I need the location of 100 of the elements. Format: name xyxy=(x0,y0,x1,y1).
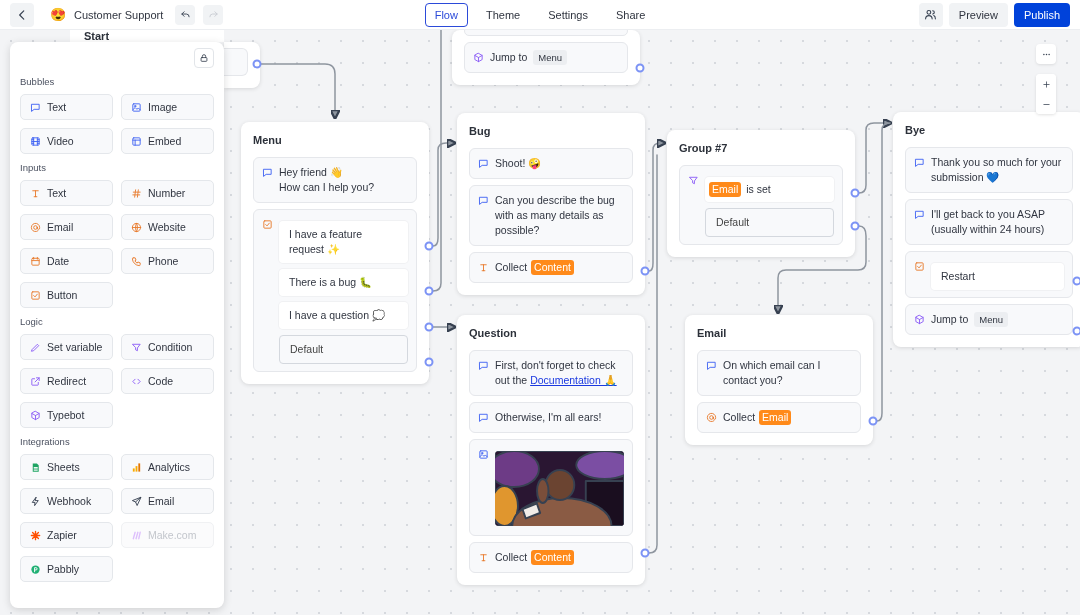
block-button[interactable]: Sheets xyxy=(20,454,113,480)
default-choice[interactable]: Default xyxy=(705,208,834,237)
group-card[interactable]: Menu Hey friend 👋 How can I help you? I have a feature request ✨ There is a bug 🐛 I have a question 💭 Default xyxy=(241,122,429,384)
nav-tab[interactable]: Settings xyxy=(538,2,598,27)
chat-bubble-icon xyxy=(478,412,489,423)
group-card[interactable]: Group #7 Email is set Default xyxy=(667,130,855,257)
publish-button[interactable]: Publish xyxy=(1013,2,1070,27)
back-button[interactable] xyxy=(10,2,34,27)
block-button[interactable]: Image xyxy=(121,94,214,120)
lock-button[interactable] xyxy=(194,48,214,68)
block-label: Collect xyxy=(495,550,528,565)
sheet-icon xyxy=(30,461,41,473)
choices-block[interactable]: I have a feature request ✨ There is a bug 🐛 I have a question 💭 Default xyxy=(253,209,417,372)
input-block[interactable]: Collect Content xyxy=(469,542,633,573)
nav-tab[interactable]: Flow xyxy=(424,2,468,27)
choice-item[interactable]: I have a feature request ✨ xyxy=(279,221,408,263)
block-button[interactable]: Condition xyxy=(121,334,214,360)
lock-icon xyxy=(199,53,209,63)
port-handle[interactable] xyxy=(424,322,434,332)
block-label: Collect xyxy=(495,260,528,275)
block-button[interactable]: Set variable xyxy=(20,334,113,360)
project-title[interactable]: Customer Support xyxy=(74,8,164,21)
undo-button[interactable] xyxy=(175,4,196,25)
port-handle[interactable] xyxy=(868,416,878,426)
pencil-icon xyxy=(30,341,41,353)
calendar-icon xyxy=(30,255,41,267)
block-button[interactable]: Zapier xyxy=(20,522,113,548)
text-block[interactable]: I'll get back to you ASAP (usually within 24 hours) xyxy=(905,199,1073,245)
choice-item[interactable]: There is a bug 🐛 xyxy=(279,269,408,296)
choice-item[interactable]: Restart xyxy=(931,263,1064,290)
group-card[interactable]: Bug Shoot! 🤪 Can you describe the bug with as many details as possible? Collect Content xyxy=(457,113,645,295)
preview-button[interactable]: Preview xyxy=(948,2,1008,27)
port-handle[interactable] xyxy=(635,63,645,73)
collaborators-button[interactable] xyxy=(918,2,943,27)
default-choice[interactable]: Default xyxy=(279,335,408,364)
port-handle[interactable] xyxy=(1072,276,1080,286)
hash-icon xyxy=(131,187,142,199)
group-card[interactable]: Jump to Menu xyxy=(452,30,640,85)
group-title: Group #7 xyxy=(679,141,729,156)
at-sign-icon xyxy=(30,221,41,233)
section-title: Integrations xyxy=(20,436,71,447)
block-button[interactable]: Video xyxy=(20,128,113,154)
block-button[interactable]: Email xyxy=(20,214,113,240)
block-button[interactable]: Embed xyxy=(121,128,214,154)
port-handle[interactable] xyxy=(850,188,860,198)
block-button[interactable]: Analytics xyxy=(121,454,214,480)
block-button[interactable]: Website xyxy=(121,214,214,240)
port-handle[interactable] xyxy=(1072,326,1080,336)
block-label: Jump to xyxy=(931,312,969,327)
external-link-icon xyxy=(30,375,41,387)
choice-item[interactable]: I have a question 💭 xyxy=(279,302,408,329)
port-handle[interactable] xyxy=(424,357,434,367)
text-block[interactable]: First, don't forget to check out the Documentation 🙏 xyxy=(469,350,633,396)
block-button[interactable]: Text xyxy=(20,180,113,206)
text-block[interactable]: Otherwise, I'm all ears! xyxy=(469,402,633,433)
text-block[interactable]: Shoot! 🤪 xyxy=(469,148,633,179)
block-button[interactable]: Pabbly xyxy=(20,556,113,582)
block-button[interactable]: Webhook xyxy=(20,488,113,514)
zoom-in-button[interactable] xyxy=(1036,74,1056,94)
group-title: Bug xyxy=(469,124,492,139)
block-button[interactable]: Code xyxy=(121,368,214,394)
nav-tab[interactable]: Share xyxy=(605,2,656,27)
text-block[interactable]: Thank you so much for your submission 💙 xyxy=(905,147,1073,193)
variable-tag: Email xyxy=(759,410,792,425)
text-block[interactable]: Can you describe the bug with as many details as possible? xyxy=(469,185,633,246)
group-card[interactable]: Bye Thank you so much for your submission 💙 I'll get back to you ASAP (usually within 24 hours) Restart Jump to Menu xyxy=(893,112,1080,347)
text-block[interactable]: Hey friend 👋 How can I help you? xyxy=(253,157,417,203)
jump-block[interactable]: Jump to Menu xyxy=(464,42,628,73)
input-block[interactable]: Collect Content xyxy=(469,252,633,283)
group-card[interactable]: Question First, don't forget to check out the Documentation 🙏 Otherwise, I'm all ears! Collect Content xyxy=(457,315,645,585)
block-button[interactable]: Date xyxy=(20,248,113,274)
block-button[interactable]: Number xyxy=(121,180,214,206)
round-logo-icon xyxy=(30,563,41,575)
block-button[interactable]: Typebot xyxy=(20,402,113,428)
chat-bubble-icon xyxy=(262,167,273,178)
emoji-icon: 😍 xyxy=(50,7,66,22)
block-button[interactable]: Button xyxy=(20,282,113,308)
block-button[interactable]: Email xyxy=(121,488,214,514)
chat-bubble-icon xyxy=(706,360,717,371)
condition-block[interactable]: Email is set Default xyxy=(679,165,843,245)
image-block[interactable] xyxy=(469,439,633,536)
port-handle[interactable] xyxy=(252,59,262,69)
block-button[interactable]: Text xyxy=(20,94,113,120)
nav-tab[interactable]: Theme xyxy=(475,2,531,27)
port-handle[interactable] xyxy=(640,548,650,558)
text-block[interactable]: On which email can I contact you? xyxy=(697,350,861,396)
block-button[interactable]: Redirect xyxy=(20,368,113,394)
condition-item[interactable]: Email is set xyxy=(705,177,834,202)
checkbox-icon xyxy=(30,289,41,301)
port-handle[interactable] xyxy=(424,286,434,296)
block-button[interactable]: Phone xyxy=(121,248,214,274)
group-card[interactable]: Email On which email can I contact you? Collect Email xyxy=(685,315,873,445)
group-card[interactable] xyxy=(224,42,260,88)
choices-block[interactable]: Restart xyxy=(905,251,1073,298)
jump-block[interactable]: Jump to Menu xyxy=(905,304,1073,335)
port-handle[interactable] xyxy=(850,221,860,231)
text-link[interactable]: Documentation 🙏 xyxy=(530,374,617,386)
port-handle[interactable] xyxy=(640,266,650,276)
port-handle[interactable] xyxy=(424,241,434,251)
input-block[interactable]: Collect Email xyxy=(697,402,861,433)
